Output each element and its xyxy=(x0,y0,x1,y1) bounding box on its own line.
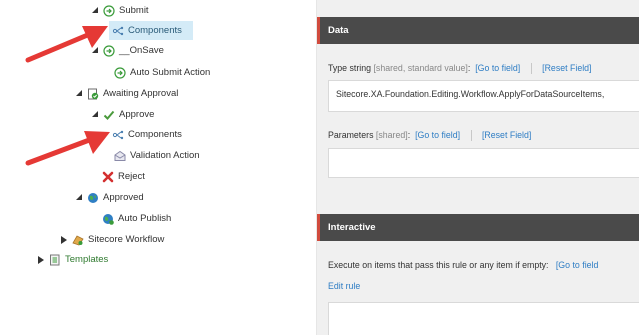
section-title: Data xyxy=(328,25,349,36)
tree-item-auto-publish[interactable]: Auto Publish xyxy=(102,209,171,228)
reset-field-link[interactable]: [Reset Field] xyxy=(482,130,531,140)
tree-item-awaiting-approval[interactable]: Awaiting Approval xyxy=(75,84,178,103)
tree-item-label: Reject xyxy=(118,171,145,182)
separator xyxy=(470,130,472,142)
workflow-state-icon xyxy=(87,88,99,100)
parameters-field[interactable] xyxy=(328,148,639,178)
section-title: Interactive xyxy=(328,222,376,233)
tree-item-templates[interactable]: Templates xyxy=(37,250,108,269)
validation-icon xyxy=(114,150,126,162)
globe-publish-icon xyxy=(102,213,114,225)
tree-item-onsave[interactable]: __OnSave xyxy=(91,41,164,60)
expanded-triangle-icon[interactable] xyxy=(91,110,100,119)
red-x-icon xyxy=(102,171,114,183)
tree-item-sitecore-workflow[interactable]: Sitecore Workflow xyxy=(60,230,164,249)
type-string-value: Sitecore.XA.Foundation.Editing.Workflow.… xyxy=(336,89,605,99)
collapsed-triangle-icon[interactable] xyxy=(60,235,69,244)
tree-item-label: __OnSave xyxy=(119,45,164,56)
tree-item-reject[interactable]: Reject xyxy=(102,167,145,186)
expanded-triangle-icon[interactable] xyxy=(75,89,84,98)
tree-item-label: Validation Action xyxy=(130,150,200,161)
components-icon xyxy=(112,25,124,37)
tree-item-components[interactable]: Components xyxy=(112,125,182,144)
components-icon xyxy=(112,129,124,141)
expanded-triangle-icon[interactable] xyxy=(91,6,100,15)
parameters-label: Parameters [shared]: [Go to field] [Rese… xyxy=(328,130,532,142)
tree-item-label: Approved xyxy=(103,192,144,203)
workflow-action-icon xyxy=(114,66,126,79)
tree-item-validation-action[interactable]: Validation Action xyxy=(114,146,200,165)
go-to-field-link[interactable]: [Go to field] xyxy=(475,63,520,73)
expanded-triangle-icon[interactable] xyxy=(75,193,84,202)
tree-item-label: Submit xyxy=(119,5,149,16)
content-tree: Submit Components __OnSave Auto Submit A… xyxy=(0,0,316,335)
tree-item-label: Awaiting Approval xyxy=(103,88,179,99)
execute-rule-label: Execute on items that pass this rule or … xyxy=(328,260,599,270)
expanded-triangle-icon[interactable] xyxy=(91,46,100,55)
workflow-command-icon xyxy=(103,4,115,17)
templates-icon xyxy=(49,254,61,266)
workflow-command-icon xyxy=(103,44,115,57)
tree-item-label: Components xyxy=(128,129,182,140)
tree-item-label: Auto Submit Action xyxy=(130,67,211,78)
go-to-field-link[interactable]: [Go to field xyxy=(556,260,599,270)
separator xyxy=(530,63,532,75)
red-arrow-icon xyxy=(25,131,110,166)
collapsed-triangle-icon[interactable] xyxy=(37,255,46,264)
section-header-interactive[interactable]: Interactive xyxy=(317,214,639,241)
tree-item-approved[interactable]: Approved xyxy=(75,188,144,207)
tree-item-label: Components xyxy=(128,25,182,36)
top-strip xyxy=(317,0,639,12)
tree-item-label: Approve xyxy=(119,109,155,120)
checkmark-icon xyxy=(103,109,115,121)
tree-item-submit[interactable]: Submit xyxy=(91,1,149,20)
workflow-folder-icon xyxy=(72,234,84,246)
tree-item-label: Templates xyxy=(65,254,109,265)
rule-field[interactable] xyxy=(328,302,639,335)
field-meta: [shared, standard value] xyxy=(373,63,468,73)
type-string-label: Type string [shared, standard value]: [G… xyxy=(328,63,592,75)
tree-item-label: Auto Publish xyxy=(118,213,172,224)
type-string-field[interactable]: Sitecore.XA.Foundation.Editing.Workflow.… xyxy=(328,80,639,112)
field-meta: [shared] xyxy=(375,130,408,140)
globe-icon xyxy=(87,192,99,204)
tree-item-approve[interactable]: Approve xyxy=(91,105,154,124)
tree-item-label: Sitecore Workflow xyxy=(88,234,165,245)
reset-field-link[interactable]: [Reset Field] xyxy=(542,63,591,73)
section-header-data[interactable]: Data xyxy=(317,17,639,44)
content-editor: Data Type string [shared, standard value… xyxy=(317,0,639,335)
tree-item-auto-submit-action[interactable]: Auto Submit Action xyxy=(114,63,210,82)
go-to-field-link[interactable]: [Go to field] xyxy=(415,130,460,140)
tree-item-components-selected[interactable]: Components xyxy=(109,21,193,40)
edit-rule-link[interactable]: Edit rule xyxy=(328,281,360,291)
